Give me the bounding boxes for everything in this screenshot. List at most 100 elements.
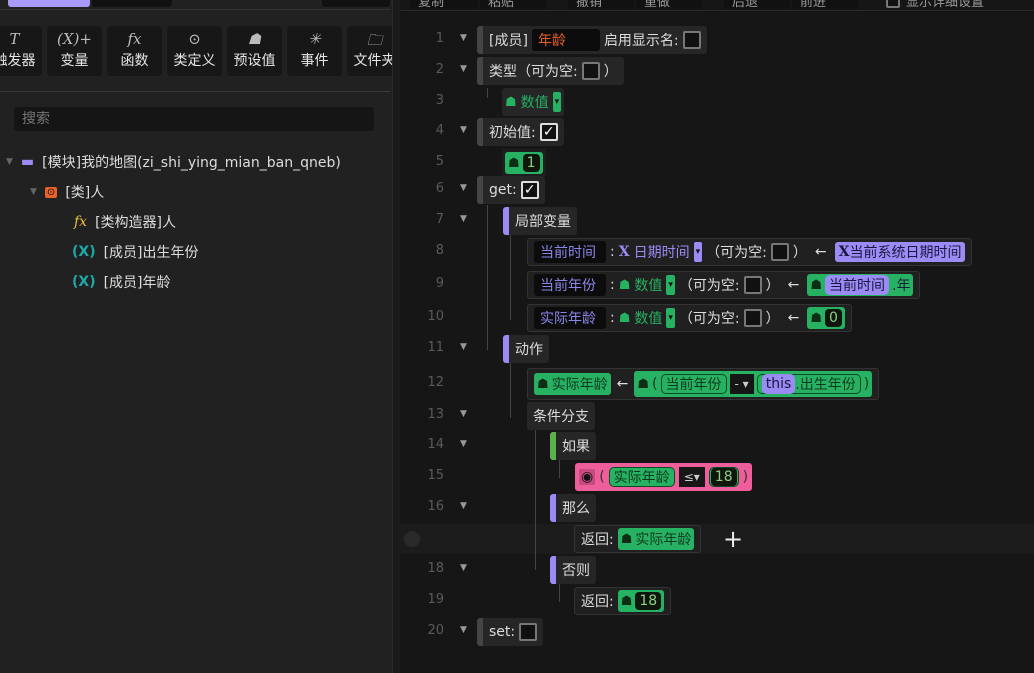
palette-event[interactable]: ✳ 事件 (287, 26, 342, 76)
enable-display-checkbox[interactable] (682, 31, 701, 49)
copy-button[interactable]: 复制 (410, 0, 478, 10)
tree-item-class[interactable]: ▼ ⊙ [类]人 (30, 182, 104, 202)
back-button[interactable]: 后退 (724, 0, 790, 10)
value-input[interactable]: 18 (710, 468, 737, 486)
line-number: 10 (427, 309, 444, 324)
locals-section: 局部变量 (503, 207, 577, 235)
current-line-highlight (400, 524, 1034, 554)
left-panel: T 触发器 (X)+ 变量 fx 函数 ⊙ 类定义 ☗ 预设值 ✳ 事件 🗀 文件夹 ▼ ▬ [模… (0, 0, 402, 673)
setter-row: set: (477, 618, 544, 646)
operator-select[interactable]: - ▾ (729, 374, 754, 394)
breakpoint-icon[interactable] (404, 531, 420, 547)
nullable-checkbox[interactable] (743, 276, 762, 294)
tree-item-module[interactable]: ▼ ▬ [模块]我的地图(zi_shi_ying_mian_ban_qneb) (6, 152, 341, 172)
label: 类定义 (173, 53, 216, 69)
expand-icon[interactable]: ▼ (6, 157, 13, 167)
collapse-icon[interactable]: ▼ (460, 625, 467, 635)
folder-icon: ▬ (20, 154, 35, 170)
value-input[interactable]: 0 (825, 309, 842, 327)
dropdown-icon[interactable]: ▾ (666, 275, 675, 295)
get-checkbox[interactable]: ✓ (520, 181, 539, 199)
var-ref[interactable]: 实际年龄 (635, 529, 691, 549)
line-number: 20 (427, 623, 444, 638)
panel-splitter[interactable] (392, 0, 400, 673)
tree-item-constructor[interactable]: fx [类构造器]人 (74, 212, 176, 232)
line-number: 14 (427, 437, 444, 452)
set-checkbox[interactable] (519, 623, 538, 641)
var-name-input[interactable]: 实际年龄 (534, 307, 606, 329)
collapse-icon[interactable]: ▼ (460, 409, 467, 419)
value-input[interactable]: 18 (635, 592, 662, 610)
line-number: 13 (427, 407, 444, 422)
line-number: 16 (427, 499, 444, 514)
undo-button[interactable]: 撤销 (568, 0, 634, 10)
dropdown-icon[interactable]: ▾ (666, 308, 675, 328)
collapse-icon[interactable]: ▼ (460, 183, 467, 193)
tab-active[interactable] (8, 0, 90, 7)
collapse-icon[interactable]: ▼ (460, 501, 467, 511)
search-input[interactable] (14, 107, 374, 131)
collapse-icon[interactable]: ▼ (460, 214, 467, 224)
tree-item-member[interactable]: (X) [成员]年龄 (72, 272, 171, 292)
label: 触发器 (0, 53, 36, 69)
collapse-icon[interactable]: ▼ (460, 125, 467, 135)
label: 文件夹 (353, 53, 396, 69)
label: 变量 (60, 53, 89, 69)
var-ref[interactable]: 当前时间 (825, 275, 890, 295)
panel-tabs (0, 0, 390, 10)
tree-line (487, 88, 488, 98)
line-number: 3 (435, 93, 444, 108)
collapse-icon[interactable]: ▼ (460, 563, 467, 573)
redo-button[interactable]: 重做 (636, 0, 702, 10)
type-row: 类型（可为空:） (477, 57, 624, 85)
tab[interactable] (92, 0, 172, 7)
preset-icon: ☗ (247, 30, 262, 48)
paste-button[interactable]: 粘贴 (480, 0, 546, 10)
dropdown-icon[interactable]: ▾ (693, 242, 703, 262)
nullable-checkbox[interactable] (581, 62, 600, 80)
trigger-icon: T (9, 30, 20, 48)
label: get: (489, 182, 517, 198)
value[interactable]: 当前系统日期时间 (849, 242, 961, 262)
var-name-input[interactable]: 当前时间 (534, 241, 606, 263)
this-ref[interactable]: this (761, 374, 796, 394)
collapse-icon[interactable]: ▼ (460, 64, 467, 74)
datetime-icon: X (838, 244, 850, 260)
return-statement: 返回: ☗ 实际年龄 (574, 525, 702, 553)
label: 类型（可为空: (489, 64, 578, 80)
add-statement-button[interactable]: + (723, 525, 743, 553)
show-details-checkbox[interactable]: 显示详细设置 (878, 0, 992, 10)
initial-checkbox[interactable]: ✓ (539, 123, 558, 141)
operator-select[interactable]: ≤ ▾ (678, 467, 705, 487)
var-ref[interactable]: 实际年龄 (608, 467, 675, 487)
line-number: 18 (427, 561, 444, 576)
number-type-icon: ☗ (505, 94, 517, 110)
palette-class[interactable]: ⊙ 类定义 (167, 26, 222, 76)
tab[interactable] (322, 0, 390, 7)
label: 事件 (300, 53, 329, 69)
var-ref[interactable]: 当前年份 (660, 374, 727, 394)
var-name-input[interactable]: 当前年份 (534, 274, 606, 296)
member-name-input[interactable]: 年龄 (531, 29, 600, 51)
palette-variable[interactable]: (X)+ 变量 (47, 26, 102, 76)
type-selector[interactable]: ☗ 数值 ▾ (502, 88, 565, 116)
expand-icon[interactable]: ▼ (30, 187, 37, 197)
var-ref[interactable]: 实际年龄 (552, 374, 608, 394)
return-statement: 返回: ☗ 18 (574, 587, 672, 615)
tree-item-member[interactable]: (X) [成员]出生年份 (72, 242, 199, 262)
nullable-checkbox[interactable] (743, 309, 762, 327)
palette-function[interactable]: fx 函数 (107, 26, 162, 76)
collapse-icon[interactable]: ▼ (460, 439, 467, 449)
folder-add-icon: 🗀 (366, 31, 382, 49)
collapse-icon[interactable]: ▼ (460, 33, 467, 43)
palette-trigger[interactable]: T 触发器 (0, 26, 42, 76)
collapse-icon[interactable]: ▼ (460, 342, 467, 352)
initial-value: ☗ 1 (502, 149, 546, 177)
nullable-checkbox[interactable] (770, 243, 789, 261)
line-number: 12 (427, 375, 444, 390)
palette-preset[interactable]: ☗ 预设值 (227, 26, 282, 76)
forward-button[interactable]: 前进 (792, 0, 858, 10)
number-icon: ☗ (620, 531, 633, 547)
value-input[interactable]: 1 (522, 154, 540, 172)
dropdown-icon[interactable]: ▾ (552, 92, 562, 112)
